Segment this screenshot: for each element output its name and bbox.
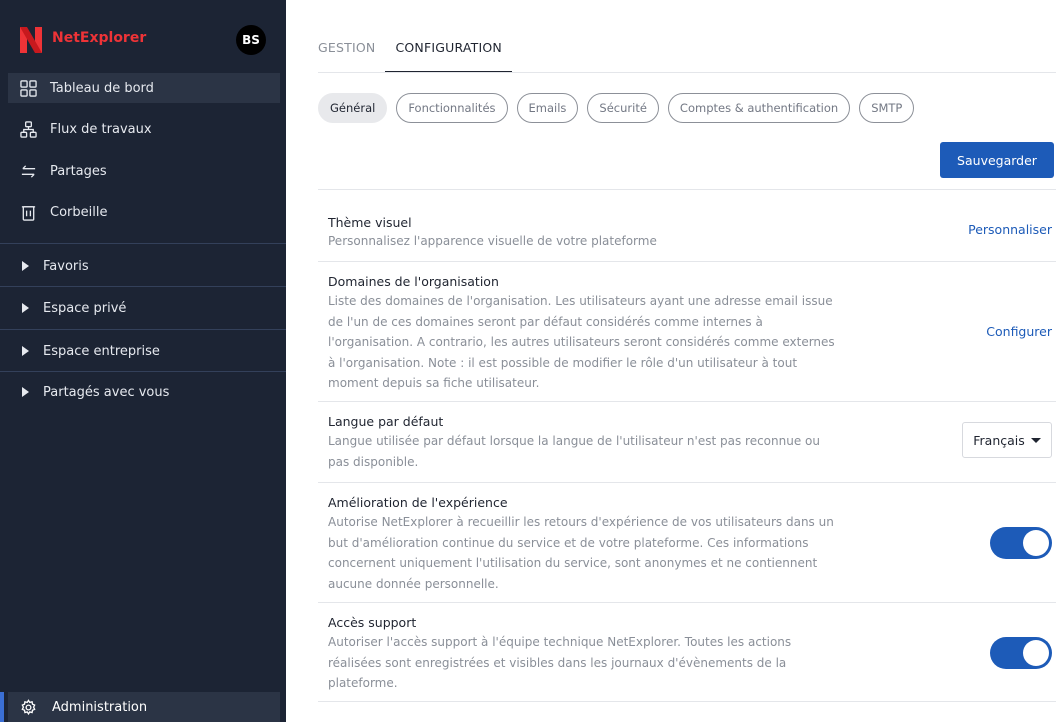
sidebar-section-espace-entreprise[interactable]: Espace entreprise <box>8 336 280 366</box>
sidebar-section-label: Espace entreprise <box>43 343 160 359</box>
description-line: Langue utilisée par défaut lorsque la la… <box>328 434 820 448</box>
pill-comptes-authentification[interactable]: Comptes & authentification <box>667 93 851 123</box>
caret-right-icon <box>22 261 29 271</box>
setting-description: Liste des domaines de l'organisation. Le… <box>328 291 848 394</box>
netexplorer-logo-icon <box>20 27 42 53</box>
sidebar-item-label: Tableau de bord <box>50 80 154 96</box>
description-line: Autoriser l'accès support à l'équipe tec… <box>328 635 792 649</box>
setting-title: Domaines de l'organisation <box>328 274 499 289</box>
toggle-knob <box>1023 530 1049 556</box>
sidebar-section-partages-avec-vous[interactable]: Partagés avec vous <box>8 377 280 407</box>
workflow-icon <box>18 119 38 139</box>
sidebar-divider <box>0 243 286 244</box>
setting-title: Langue par défaut <box>328 414 444 429</box>
sidebar-section-label: Espace privé <box>43 300 127 316</box>
pill-smtp[interactable]: SMTP <box>859 93 915 123</box>
pill-fonctionnalites[interactable]: Fonctionnalités <box>396 93 508 123</box>
toggle-knob <box>1023 640 1049 666</box>
setting-row-language: Langue par défaut Langue utilisée par dé… <box>318 401 1056 482</box>
active-indicator <box>0 692 4 722</box>
description-line: moment depuis sa fiche utilisateur. <box>328 376 540 390</box>
setting-description: Langue utilisée par défaut lorsque la la… <box>328 431 848 472</box>
sidebar-section-espace-prive[interactable]: Espace privé <box>8 293 280 323</box>
tab-bar: GESTION CONFIGURATION <box>318 40 512 73</box>
personnaliser-link[interactable]: Personnaliser <box>968 222 1052 237</box>
description-line: Personnalisez l'apparence visuelle de vo… <box>328 234 657 248</box>
description-line: à l'organisation. Note : il est possible… <box>328 355 798 370</box>
caret-right-icon <box>22 346 29 356</box>
sidebar-item-tableau-de-bord[interactable]: Tableau de bord <box>8 73 280 103</box>
sidebar-item-flux-de-travaux[interactable]: Flux de travaux <box>8 114 280 144</box>
caret-right-icon <box>22 387 29 397</box>
gear-icon <box>18 697 38 717</box>
user-avatar[interactable]: BS <box>236 25 266 55</box>
setting-title: Amélioration de l'expérience <box>328 495 508 510</box>
tab-configuration[interactable]: CONFIGURATION <box>385 40 512 73</box>
experience-toggle[interactable] <box>990 527 1052 559</box>
brand-name: NetExplorer <box>52 30 147 46</box>
description-line: de l'un de ces domaines seront par défau… <box>328 314 763 329</box>
sidebar-section-favoris[interactable]: Favoris <box>8 251 280 281</box>
description-line: pas disponible. <box>328 454 419 469</box>
description-line: réalisées sont enregistrées et visibles … <box>328 655 787 670</box>
dashboard-icon <box>18 78 38 98</box>
sidebar-divider <box>0 371 286 372</box>
setting-row-domains: Domaines de l'organisation Liste des dom… <box>318 261 1056 401</box>
pill-emails[interactable]: Emails <box>516 93 579 123</box>
sidebar: NetExplorer BS Tableau de bord Flux de t… <box>0 0 286 722</box>
setting-title: Accès support <box>328 615 417 630</box>
description-line: aucune donnée personnelle. <box>328 576 499 591</box>
sidebar-section-label: Favoris <box>43 258 89 274</box>
tabs-divider <box>318 72 1056 73</box>
sidebar-divider <box>0 286 286 287</box>
language-select-value: Français <box>973 432 1025 448</box>
sidebar-item-administration[interactable]: Administration <box>8 692 280 722</box>
setting-row-theme: Thème visuel Personnalisez l'apparence v… <box>318 189 1056 261</box>
description-line: Autorise NetExplorer à recueillir les re… <box>328 515 834 529</box>
sidebar-item-label: Flux de travaux <box>50 121 152 137</box>
dropdown-arrow-icon <box>1030 437 1041 443</box>
trash-icon <box>18 202 38 222</box>
sidebar-item-label: Partages <box>50 163 107 179</box>
setting-row-experience: Amélioration de l'expérience Autorise Ne… <box>318 482 1056 602</box>
description-line: Liste des domaines de l'organisation. Le… <box>328 294 833 308</box>
sidebar-item-label: Corbeille <box>50 204 108 220</box>
description-line: but d'amélioration continue du service e… <box>328 535 809 550</box>
configurer-link[interactable]: Configurer <box>986 324 1052 339</box>
setting-title: Thème visuel <box>328 215 412 230</box>
setting-row-support: Accès support Autoriser l'accès support … <box>318 602 1056 702</box>
sidebar-item-label: Administration <box>52 699 148 715</box>
language-select[interactable]: Français <box>962 422 1052 458</box>
pill-securite[interactable]: Sécurité <box>587 93 659 123</box>
description-line: concernent uniquement l'utilisation du s… <box>328 556 818 570</box>
tab-gestion[interactable]: GESTION <box>318 40 385 73</box>
description-line: l'organisation. A contrario, les autres … <box>328 335 835 349</box>
share-arrows-icon <box>18 161 38 181</box>
sidebar-item-corbeille[interactable]: Corbeille <box>8 197 280 227</box>
sidebar-header: NetExplorer BS <box>0 0 286 80</box>
save-button[interactable]: Sauvegarder <box>940 142 1054 178</box>
description-line: plateforme. <box>328 676 398 690</box>
config-category-pills: Général Fonctionnalités Emails Sécurité … <box>318 93 923 123</box>
main-content: GESTION CONFIGURATION Général Fonctionna… <box>286 0 1056 722</box>
sidebar-item-partages[interactable]: Partages <box>8 156 280 186</box>
caret-right-icon <box>22 303 29 313</box>
sidebar-divider <box>0 329 286 330</box>
sidebar-section-label: Partagés avec vous <box>43 384 170 400</box>
setting-description: Personnalisez l'apparence visuelle de vo… <box>328 231 848 252</box>
setting-description: Autoriser l'accès support à l'équipe tec… <box>328 632 848 694</box>
setting-description: Autorise NetExplorer à recueillir les re… <box>328 512 848 594</box>
support-access-toggle[interactable] <box>990 637 1052 669</box>
pill-general[interactable]: Général <box>318 93 388 123</box>
